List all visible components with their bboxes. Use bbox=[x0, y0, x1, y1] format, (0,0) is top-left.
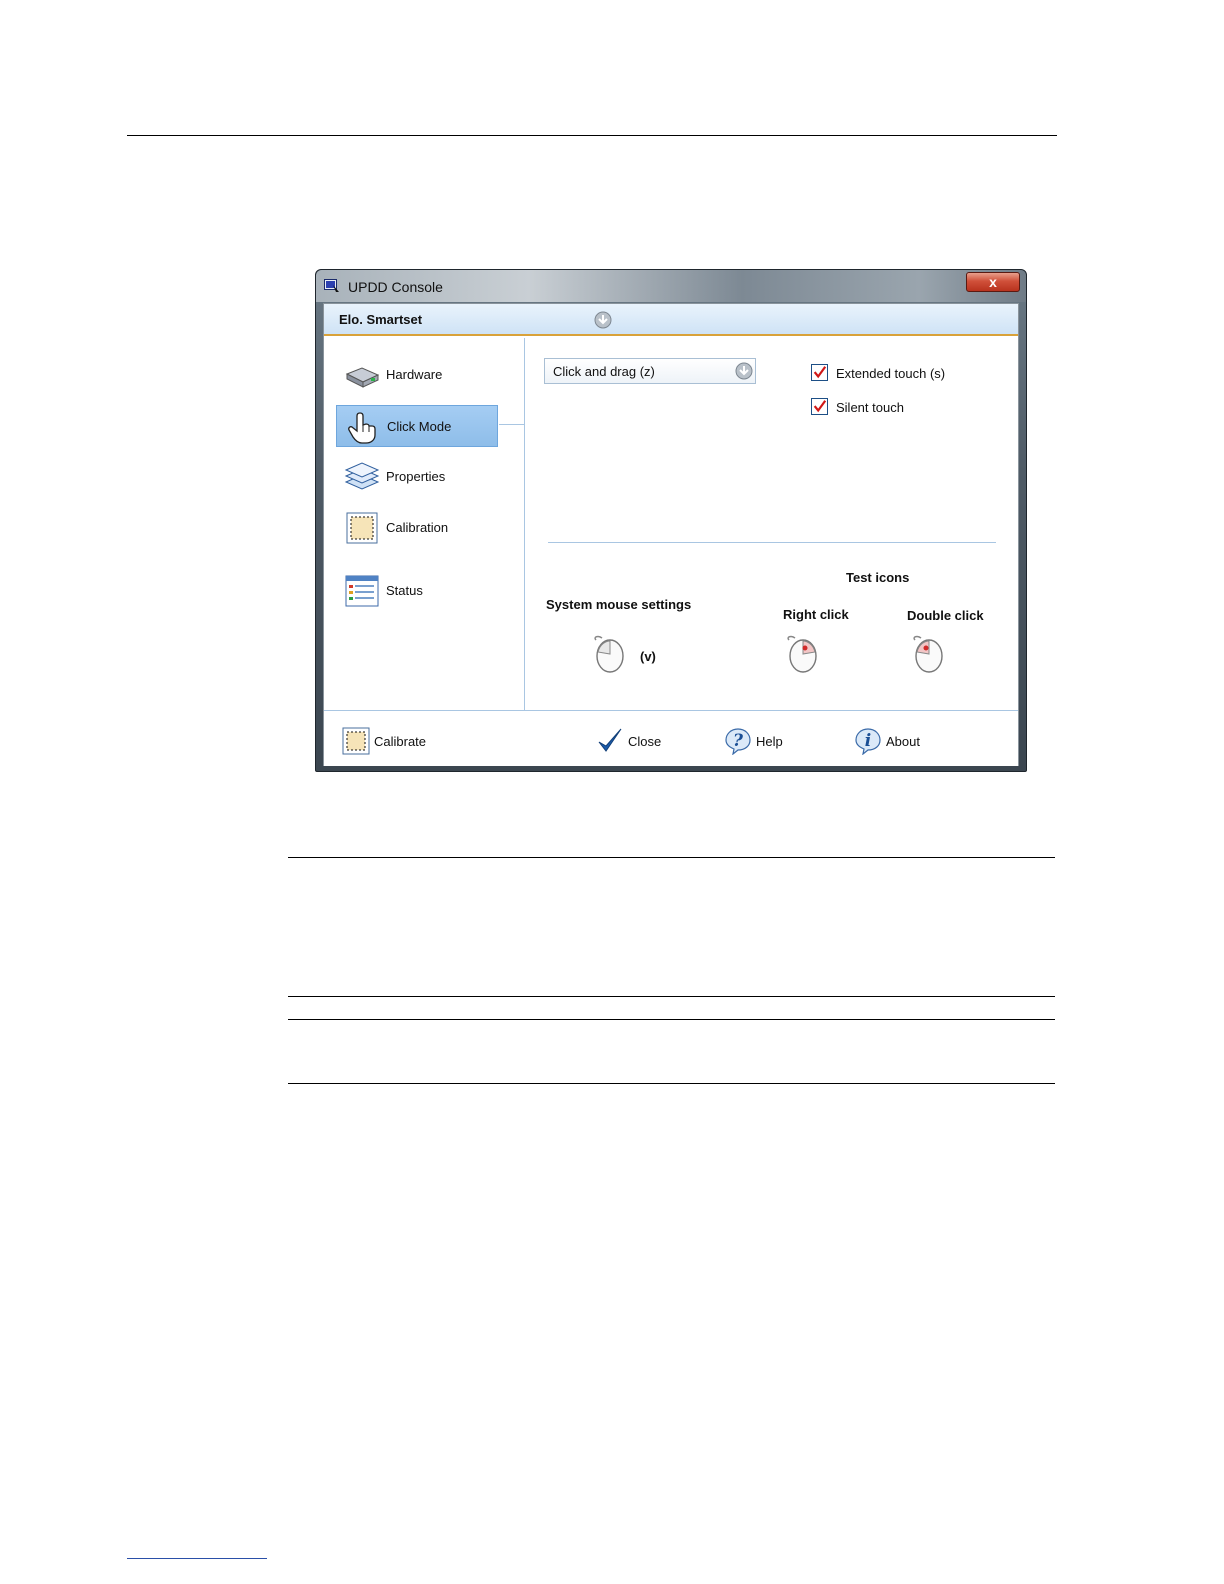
hand-pointer-icon bbox=[348, 412, 376, 444]
section-rule bbox=[288, 1019, 1055, 1020]
sidebar-item-label: Status bbox=[386, 583, 423, 598]
sidebar-item-label: Properties bbox=[386, 469, 446, 484]
device-name: Elo. Smartset bbox=[339, 312, 423, 327]
bottom-toolbar: Calibrate Close ? Help i About bbox=[324, 710, 1018, 766]
sidebar-item-label: Hardware bbox=[386, 367, 443, 382]
silent-touch-label: Silent touch bbox=[836, 400, 904, 415]
calibration-grid-icon bbox=[346, 512, 378, 544]
sidebar-item-click-mode[interactable]: Click Mode bbox=[336, 405, 498, 447]
info-icon: i bbox=[855, 728, 881, 755]
test-icons-heading: Test icons bbox=[846, 570, 910, 585]
extended-touch-label: Extended touch (s) bbox=[836, 366, 946, 381]
checkmark-icon bbox=[598, 728, 622, 752]
sidebar-item-label: Calibration bbox=[386, 520, 449, 535]
status-list-icon bbox=[345, 575, 379, 607]
click-mode-select[interactable]: Click and drag (z) bbox=[544, 358, 756, 384]
double-click-label: Double click bbox=[907, 608, 984, 623]
system-mouse-icon[interactable] bbox=[590, 634, 630, 674]
panel-divider bbox=[548, 542, 996, 543]
close-label: Close bbox=[628, 734, 662, 749]
svg-text:?: ? bbox=[733, 731, 744, 751]
sidebar-item-label: Click Mode bbox=[387, 419, 452, 434]
about-button[interactable]: i About bbox=[854, 725, 944, 757]
device-selector-bar[interactable]: Elo. Smartset bbox=[324, 304, 1018, 336]
help-label: Help bbox=[756, 734, 783, 749]
right-click-label: Right click bbox=[783, 607, 849, 622]
window-close-button[interactable]: x bbox=[966, 272, 1020, 292]
updd-console-window: UPDD Console x Elo. Smartset Hardware Cl… bbox=[315, 269, 1027, 772]
client-area: Elo. Smartset Hardware Click Mode Proper… bbox=[323, 303, 1019, 766]
sidebar-item-properties[interactable]: Properties bbox=[336, 456, 498, 498]
calibrate-label: Calibrate bbox=[374, 734, 427, 749]
close-button[interactable]: Close bbox=[596, 725, 676, 757]
help-question-icon: ? bbox=[725, 728, 751, 755]
sidebar: Hardware Click Mode Properties Calibrati… bbox=[324, 338, 525, 710]
sidebar-item-calibration[interactable]: Calibration bbox=[336, 507, 498, 549]
window-title: UPDD Console bbox=[348, 279, 443, 295]
sidebar-item-hardware[interactable]: Hardware bbox=[336, 354, 498, 396]
help-button[interactable]: ? Help bbox=[724, 725, 804, 757]
click-mode-value: Click and drag (z) bbox=[553, 364, 655, 379]
layers-icon bbox=[344, 462, 380, 490]
section-rule bbox=[288, 996, 1055, 997]
about-label: About bbox=[886, 734, 920, 749]
checkmark-icon bbox=[811, 398, 828, 415]
page-top-rule bbox=[127, 135, 1057, 136]
sidebar-item-status[interactable]: Status bbox=[336, 570, 498, 612]
down-arrow-circle-icon[interactable] bbox=[594, 311, 612, 329]
double-click-mouse-icon[interactable] bbox=[909, 634, 949, 674]
section-rule bbox=[288, 1083, 1055, 1084]
hardware-drive-icon bbox=[345, 367, 380, 388]
down-arrow-circle-icon bbox=[735, 362, 753, 380]
active-item-connector bbox=[499, 424, 525, 425]
calibrate-button[interactable]: Calibrate bbox=[342, 725, 452, 757]
calibrate-icon bbox=[342, 727, 370, 755]
svg-text:i: i bbox=[865, 731, 871, 751]
right-click-mouse-icon[interactable] bbox=[783, 634, 823, 674]
system-mouse-settings-label: System mouse settings bbox=[546, 597, 692, 612]
system-mouse-shortcut: (v) bbox=[640, 649, 656, 664]
checkmark-icon bbox=[811, 364, 828, 381]
section-rule bbox=[288, 857, 1055, 858]
silent-touch-checkbox[interactable]: Silent touch bbox=[811, 396, 1011, 418]
footnote-rule bbox=[127, 1558, 267, 1559]
app-icon bbox=[324, 279, 339, 292]
title-bar[interactable]: UPDD Console x bbox=[316, 270, 1026, 302]
click-mode-panel: Click and drag (z) Extended touch (s) Si… bbox=[526, 338, 1018, 710]
extended-touch-checkbox[interactable]: Extended touch (s) bbox=[811, 362, 1011, 384]
